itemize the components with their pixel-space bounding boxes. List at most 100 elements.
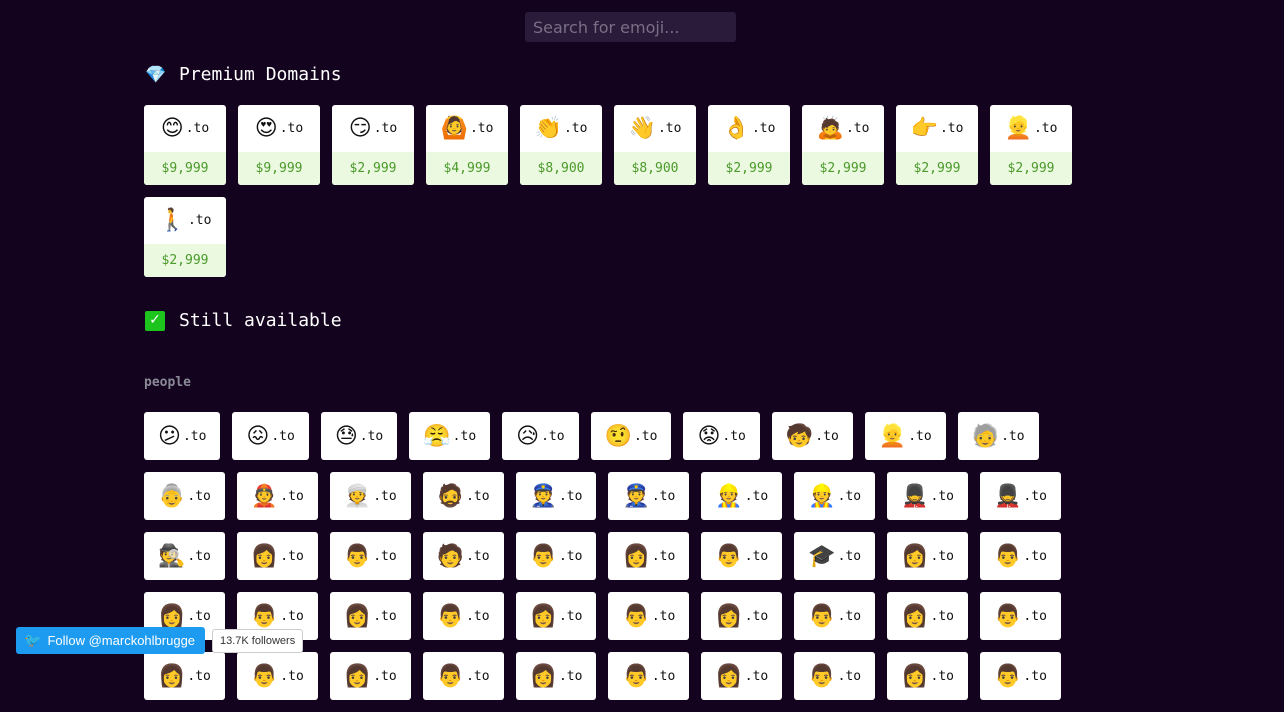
emoji-icon: 👨	[994, 663, 1022, 689]
domain-card[interactable]: 👨 .to	[236, 652, 318, 700]
domain-card[interactable]: 👩 .to	[608, 532, 690, 580]
domain-card[interactable]: 😤 .to	[409, 412, 491, 460]
premium-domain-card[interactable]: 👋 .to $8,900	[614, 105, 696, 185]
tld-label: .to	[373, 548, 397, 564]
domain-card[interactable]: 🤨 .to	[590, 412, 672, 460]
domain-card[interactable]: 👮 .to	[515, 472, 597, 520]
domain-card[interactable]: 👨 .to	[422, 652, 504, 700]
domain-card[interactable]: 👨 .to	[980, 532, 1061, 580]
domain-card[interactable]: 👨 .to	[608, 592, 690, 640]
premium-domain-card[interactable]: 👉 .to $2,999	[896, 105, 978, 185]
category-label: people	[144, 375, 191, 390]
tld-label: .to	[633, 428, 658, 444]
domain-card[interactable]: 🧑 .to	[422, 532, 504, 580]
domain-card[interactable]: 👨 .to	[794, 652, 876, 700]
emoji-icon: 👨	[436, 663, 465, 689]
tld-label: .to	[452, 428, 477, 444]
available-section-title: ✓ Still available	[145, 310, 342, 331]
domain-card[interactable]: 👩 .to	[887, 532, 969, 580]
emoji-icon: 👨	[994, 543, 1022, 569]
domain-card[interactable]: 💂 .to	[887, 472, 969, 520]
domain-card[interactable]: 👮 .to	[608, 472, 690, 520]
emoji-icon: 👮	[622, 483, 650, 509]
domain-card[interactable]: 😥 .to	[502, 412, 579, 460]
domain-card[interactable]: 👱 .to	[864, 412, 946, 460]
domain-card[interactable]: 👨 .to	[608, 652, 690, 700]
domain-card[interactable]: 👩 .to	[329, 652, 411, 700]
domain-card[interactable]: 👩 .to	[701, 652, 783, 700]
domain-price: $9,999	[144, 152, 226, 185]
tld-label: .to	[187, 548, 211, 564]
tld-label: .to	[657, 121, 682, 136]
domain-name: 😍 .to	[238, 105, 320, 152]
domain-card[interactable]: 👲 .to	[236, 472, 318, 520]
domain-name: 😏 .to	[332, 105, 414, 152]
emoji-icon: 🧑	[436, 543, 465, 569]
domain-card[interactable]: 👵 .to	[144, 472, 225, 520]
tld-label: .to	[185, 121, 210, 136]
emoji-icon: 👨	[994, 603, 1022, 629]
domain-card[interactable]: 👷 .to	[794, 472, 876, 520]
premium-domain-card[interactable]: 🚶 .to $2,999	[144, 197, 226, 277]
domain-card[interactable]: 👩 .to	[887, 592, 969, 640]
domain-card[interactable]: 😕 .to	[144, 412, 221, 460]
domain-card[interactable]: 🧔 .to	[422, 472, 504, 520]
emoji-icon: 👨	[250, 663, 279, 689]
domain-card[interactable]: 👨 .to	[422, 592, 504, 640]
premium-domain-card[interactable]: 😍 .to $9,999	[238, 105, 320, 185]
premium-domain-card[interactable]: 👏 .to $8,900	[520, 105, 602, 185]
tld-label: .to	[1001, 428, 1025, 444]
domain-card[interactable]: 👩 .to	[236, 532, 318, 580]
emoji-icon: 👩	[158, 663, 186, 689]
domain-card[interactable]: 👨 .to	[980, 592, 1061, 640]
domain-price: $4,999	[426, 152, 508, 185]
domain-card[interactable]: 😖 .to	[232, 412, 309, 460]
emoji-icon: 😏	[348, 116, 372, 141]
premium-domain-card[interactable]: 😏 .to $2,999	[332, 105, 414, 185]
domain-card[interactable]: 👩 .to	[144, 652, 225, 700]
tld-label: .to	[280, 548, 304, 564]
premium-domain-card[interactable]: 🙇 .to $2,999	[802, 105, 884, 185]
twitter-followers-count[interactable]: 13.7K followers	[212, 629, 304, 653]
tld-label: .to	[466, 488, 490, 504]
emoji-icon: 😊	[160, 116, 184, 141]
emoji-icon: 😟	[697, 423, 721, 449]
emoji-icon: 👨	[529, 543, 557, 569]
domain-card[interactable]: 👩 .to	[515, 652, 597, 700]
emoji-icon: 👩	[529, 663, 557, 689]
domain-card[interactable]: 👨 .to	[701, 532, 783, 580]
premium-domain-card[interactable]: 👌 .to $2,999	[708, 105, 790, 185]
domain-card[interactable]: 👷 .to	[701, 472, 783, 520]
premium-domain-card[interactable]: 😊 .to $9,999	[144, 105, 226, 185]
tld-label: .to	[744, 488, 769, 504]
domain-card[interactable]: 💂 .to	[980, 472, 1061, 520]
tld-label: .to	[359, 428, 384, 444]
tld-label: .to	[744, 608, 769, 624]
available-domains-list: 😕 .to 😖 .to 😓 .to 😤 .to 😥 .to 🤨 .to 😟 .to 🧒 .to 👱 .to 🧓 .to…	[144, 412, 1144, 712]
domain-card[interactable]: 👨 .to	[329, 532, 411, 580]
emoji-icon: 👩	[529, 603, 557, 629]
emoji-icon: 👨	[808, 663, 836, 689]
domain-name: 😊 .to	[144, 105, 226, 152]
tld-label: .to	[466, 548, 490, 564]
premium-domain-card[interactable]: 🙆 .to $4,999	[426, 105, 508, 185]
twitter-follow-button[interactable]: 🐦 Follow @marckohlbrugge	[16, 627, 206, 654]
search-input[interactable]	[525, 12, 736, 42]
domain-card[interactable]: 🕵 .to	[144, 532, 225, 580]
domain-card[interactable]: 👩 .to	[701, 592, 783, 640]
domain-card[interactable]: 🧒 .to	[771, 412, 853, 460]
domain-card[interactable]: 👨 .to	[515, 532, 597, 580]
domain-card[interactable]: 🧓 .to	[957, 412, 1039, 460]
domain-card[interactable]: 😟 .to	[683, 412, 760, 460]
premium-domain-card[interactable]: 👱 .to $2,999	[990, 105, 1072, 185]
domain-card[interactable]: 🎓 .to	[794, 532, 876, 580]
domain-card[interactable]: 👨 .to	[980, 652, 1061, 700]
domain-card[interactable]: 👳 .to	[329, 472, 411, 520]
domain-card[interactable]: 👩 .to	[515, 592, 597, 640]
tld-label: .to	[187, 213, 212, 228]
emoji-icon: 👩	[715, 663, 743, 689]
domain-card[interactable]: 😓 .to	[320, 412, 398, 460]
domain-card[interactable]: 👨 .to	[794, 592, 876, 640]
domain-card[interactable]: 👩 .to	[887, 652, 969, 700]
domain-card[interactable]: 👩 .to	[329, 592, 411, 640]
